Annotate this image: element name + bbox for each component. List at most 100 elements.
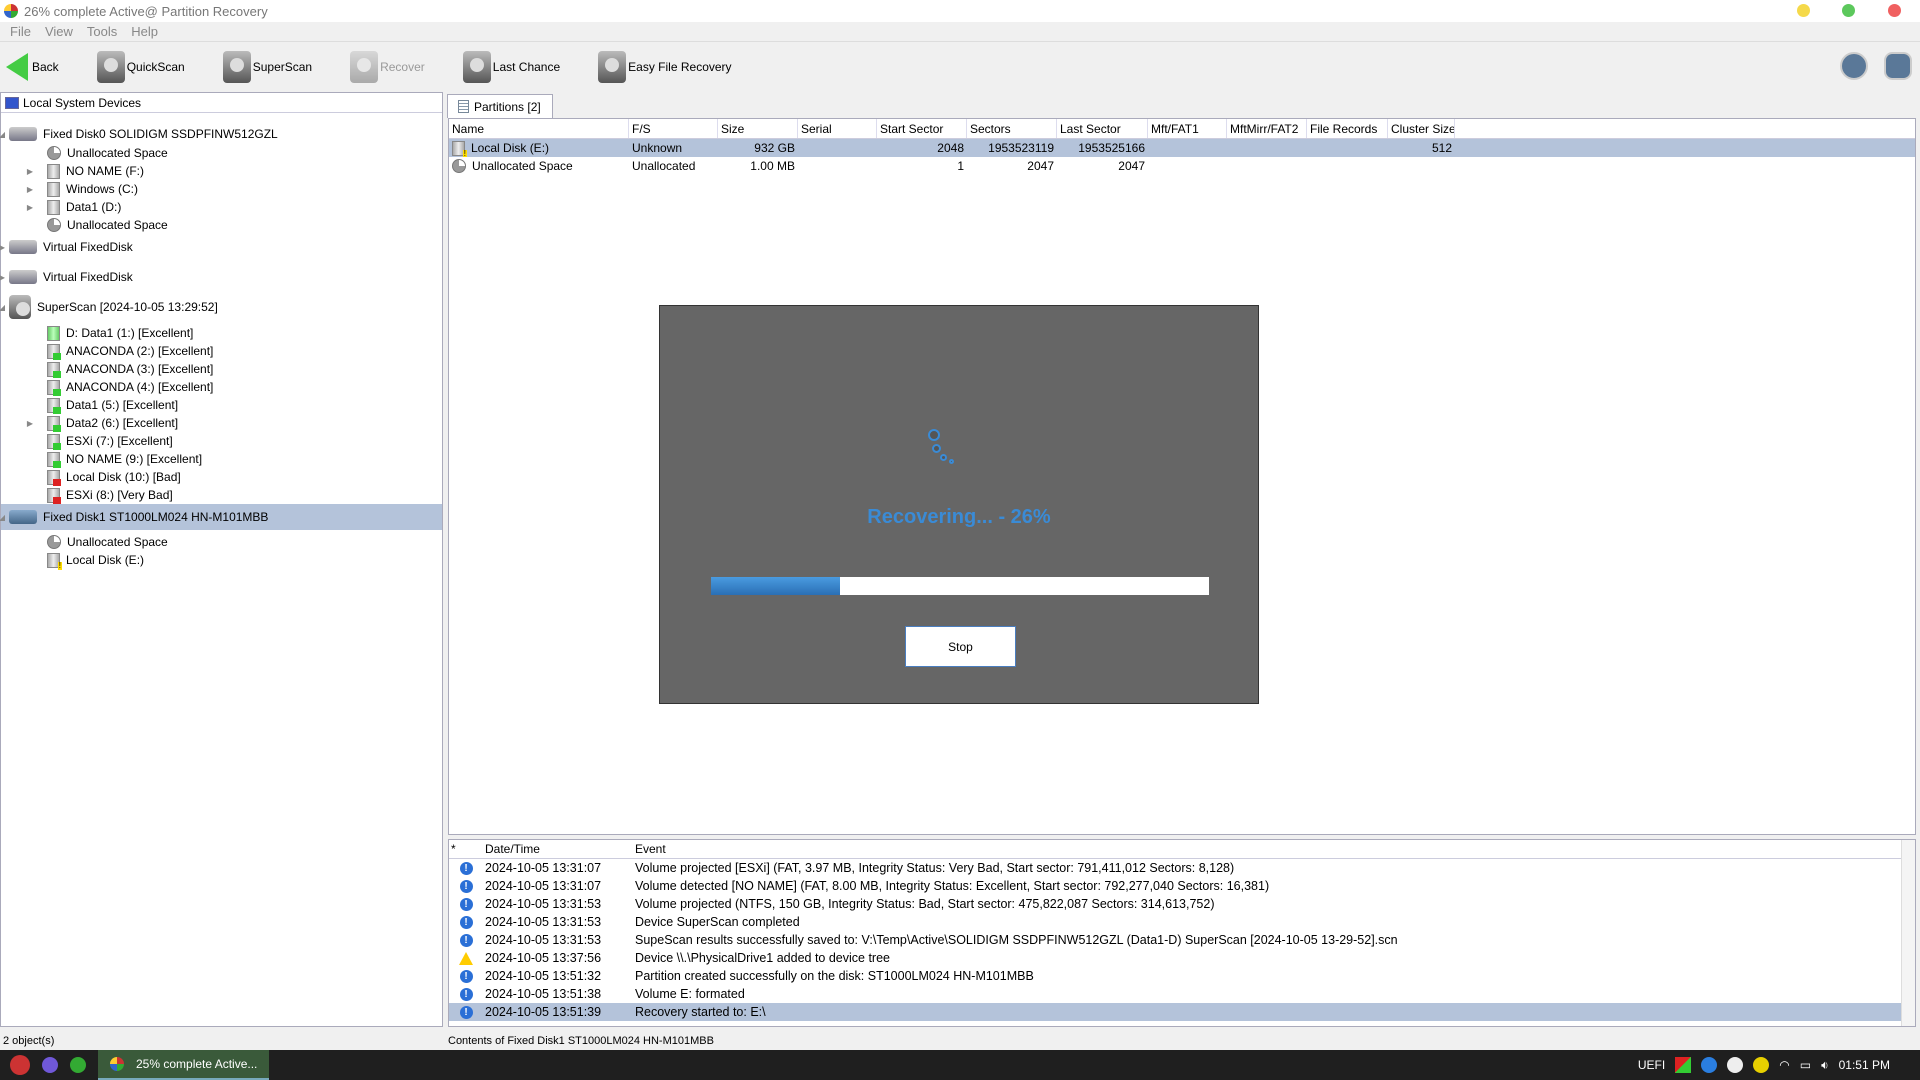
- table-cell: [798, 139, 877, 157]
- info-icon: !: [459, 861, 473, 875]
- close-button[interactable]: [1888, 4, 1901, 17]
- expand-icon[interactable]: ▶: [25, 419, 35, 428]
- uefi-label: UEFI: [1637, 1058, 1666, 1072]
- log-row[interactable]: 2024-10-05 13:37:56 Device \\.\PhysicalD…: [449, 949, 1915, 967]
- tree-node[interactable]: Unallocated Space: [1, 144, 442, 162]
- column-header[interactable]: MftMirr/FAT2: [1227, 119, 1307, 138]
- log-row[interactable]: ! 2024-10-05 13:31:53 Device SuperScan c…: [449, 913, 1915, 931]
- app-icon[interactable]: [42, 1057, 58, 1073]
- tree-node[interactable]: ESXi (8:) [Very Bad]: [1, 486, 442, 504]
- tree-node[interactable]: Local Disk (10:) [Bad]: [1, 468, 442, 486]
- superscan-icon: [9, 295, 31, 319]
- tree-node[interactable]: Unallocated Space: [1, 216, 442, 234]
- last-chance-button[interactable]: Last Chance: [462, 51, 560, 83]
- tree-node[interactable]: ANACONDA (3:) [Excellent]: [1, 360, 442, 378]
- tree-node[interactable]: Data1 (5:) [Excellent]: [1, 396, 442, 414]
- menu-file[interactable]: File: [10, 24, 31, 39]
- maximize-button[interactable]: [1842, 4, 1855, 17]
- tree-node-label: Data2 (6:) [Excellent]: [66, 416, 179, 430]
- app-store-icon[interactable]: [1701, 1057, 1718, 1073]
- tree-node[interactable]: Unallocated Space: [1, 533, 442, 551]
- column-header[interactable]: Sectors: [967, 119, 1057, 138]
- log-row[interactable]: ! 2024-10-05 13:31:53 Volume projected (…: [449, 895, 1915, 913]
- clock[interactable]: 01:51 PM: [1839, 1058, 1890, 1072]
- expand-icon[interactable]: ▶: [25, 185, 35, 194]
- column-header[interactable]: Name: [449, 119, 629, 138]
- log-row[interactable]: ! 2024-10-05 13:31:07 Volume projected […: [449, 859, 1915, 877]
- log-row[interactable]: ! 2024-10-05 13:31:53 SupeScan results s…: [449, 931, 1915, 949]
- app-logo-icon: [4, 4, 18, 18]
- tree-node[interactable]: D: Data1 (1:) [Excellent]: [1, 324, 442, 342]
- tree-node-label: Data1 (5:) [Excellent]: [66, 398, 179, 412]
- table-cell: [798, 157, 877, 175]
- log-event: Volume E: formated: [635, 987, 745, 1001]
- log-row[interactable]: ! 2024-10-05 13:51:32 Partition created …: [449, 967, 1915, 985]
- tree-node[interactable]: ▶ Virtual FixedDisk: [0, 234, 442, 260]
- title-bar: 26% complete Active@ Partition Recovery: [0, 0, 1920, 22]
- expand-icon[interactable]: ▶: [25, 167, 35, 176]
- taskbar-active-app[interactable]: 25% complete Active...: [98, 1050, 270, 1080]
- start-icon[interactable]: [10, 1055, 30, 1075]
- tree-node[interactable]: ▶ Data2 (6:) [Excellent]: [1, 414, 442, 432]
- tree-node[interactable]: ESXi (7:) [Excellent]: [1, 432, 442, 450]
- back-button[interactable]: Back: [6, 53, 59, 81]
- tree-node[interactable]: ▶ Virtual FixedDisk: [0, 264, 442, 290]
- minimize-button[interactable]: [1797, 4, 1810, 17]
- tree-node[interactable]: Local Disk (E:): [1, 551, 442, 570]
- tree-node[interactable]: ▶ NO NAME (F:): [1, 162, 442, 180]
- column-header[interactable]: Cluster Size: [1388, 119, 1455, 138]
- stop-button[interactable]: Stop: [905, 626, 1016, 667]
- easy-file-recovery-button[interactable]: Easy File Recovery: [598, 51, 732, 83]
- collapse-icon[interactable]: ◢: [0, 303, 5, 312]
- tray-browser-icon[interactable]: [1727, 1057, 1744, 1073]
- table-row[interactable]: Unallocated Space Unallocated 1.00 MB 1 2047…: [449, 157, 1915, 175]
- menu-help[interactable]: Help: [131, 24, 158, 39]
- tree-node[interactable]: ANACONDA (2:) [Excellent]: [1, 342, 442, 360]
- battery-icon[interactable]: ▭: [1800, 1058, 1811, 1072]
- log-scrollbar[interactable]: [1901, 840, 1915, 1026]
- column-header[interactable]: Start Sector: [877, 119, 967, 138]
- info-icon: !: [459, 897, 473, 911]
- menu-tools[interactable]: Tools: [87, 24, 117, 39]
- search-icon[interactable]: [70, 1057, 86, 1073]
- log-row[interactable]: ! 2024-10-05 13:31:07 Volume detected [N…: [449, 877, 1915, 895]
- column-header[interactable]: Last Sector: [1057, 119, 1148, 138]
- table-cell: 1953523119: [988, 141, 1054, 155]
- column-header[interactable]: Serial: [798, 119, 877, 138]
- tray-app-icon[interactable]: [1675, 1057, 1692, 1073]
- log-col-marker[interactable]: *: [449, 840, 483, 858]
- tree-node[interactable]: ANACONDA (4:) [Excellent]: [1, 378, 442, 396]
- log-col-datetime[interactable]: Date/Time: [483, 840, 633, 858]
- expand-icon[interactable]: ▶: [0, 243, 5, 252]
- menu-view[interactable]: View: [45, 24, 73, 39]
- tree-node-label: Virtual FixedDisk: [43, 240, 133, 254]
- log-col-event[interactable]: Event: [633, 840, 1915, 858]
- log-row[interactable]: ! 2024-10-05 13:51:38 Volume E: formated: [449, 985, 1915, 1003]
- tab-partitions[interactable]: Partitions [2]: [447, 94, 553, 118]
- tree-node[interactable]: ◢ Fixed Disk1 ST1000LM024 HN-M101MBB: [0, 504, 442, 530]
- log-row[interactable]: ! 2024-10-05 13:51:39 Recovery started t…: [449, 1003, 1915, 1021]
- wifi-icon[interactable]: ◠: [1779, 1058, 1789, 1072]
- tree-node[interactable]: NO NAME (9:) [Excellent]: [1, 450, 442, 468]
- superscan-label: SuperScan: [252, 60, 313, 74]
- tree-node[interactable]: ▶ Data1 (D:): [1, 198, 442, 216]
- column-header[interactable]: Mft/FAT1: [1148, 119, 1227, 138]
- table-row[interactable]: Local Disk (E:) Unknown 932 GB 2048 19535231…: [449, 139, 1915, 157]
- recover-button[interactable]: Recover: [350, 51, 425, 83]
- expand-icon[interactable]: ▶: [0, 273, 5, 282]
- superscan-button[interactable]: SuperScan: [222, 51, 313, 83]
- collapse-icon[interactable]: ◢: [0, 130, 5, 139]
- volume-icon[interactable]: 🔉︎: [1821, 1058, 1829, 1073]
- volume-icon: [47, 415, 61, 432]
- tree-node[interactable]: ▶ Windows (C:): [1, 180, 442, 198]
- column-header[interactable]: F/S: [629, 119, 718, 138]
- info-icon[interactable]: [1840, 52, 1868, 80]
- column-header[interactable]: Size: [718, 119, 798, 138]
- quickscan-button[interactable]: QuickScan: [96, 51, 185, 83]
- column-header[interactable]: File Records: [1307, 119, 1388, 138]
- gear-icon[interactable]: [1884, 52, 1912, 80]
- collapse-icon[interactable]: ◢: [0, 513, 5, 522]
- usb-icon[interactable]: [1753, 1057, 1770, 1073]
- expand-icon[interactable]: ▶: [25, 203, 35, 212]
- tree-node[interactable]: ◢ SuperScan [2024-10-05 13:29:52]: [0, 294, 442, 320]
